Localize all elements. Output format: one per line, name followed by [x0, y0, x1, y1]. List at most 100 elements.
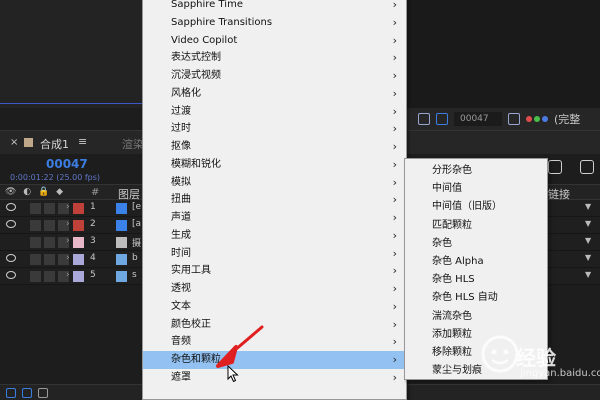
menu-item[interactable]: 颜色校正 ›: [143, 316, 406, 334]
layer-number: 2: [90, 219, 96, 229]
tab-render-queue[interactable]: 渲染: [122, 136, 144, 152]
channel-icon[interactable]: [526, 116, 548, 122]
submenu-item[interactable]: 中间值（旧版）: [405, 198, 547, 216]
menu-item[interactable]: 模拟 ›: [143, 174, 406, 192]
menu-item[interactable]: 抠像 ›: [143, 138, 406, 156]
visibility-eye-icon[interactable]: [6, 220, 16, 228]
expand-arrow-icon[interactable]: ›: [66, 219, 70, 229]
expand-arrow-icon[interactable]: ›: [66, 253, 70, 263]
menu-item[interactable]: 风格化 ›: [143, 85, 406, 103]
toggle-switches-icon[interactable]: [6, 388, 16, 398]
parent-dropdown-icon[interactable]: ▼: [585, 270, 591, 279]
menu-item[interactable]: 模糊和锐化 ›: [143, 156, 406, 174]
menu-item[interactable]: 沉浸式视频 ›: [143, 67, 406, 85]
parent-dropdown-icon[interactable]: ▼: [585, 236, 591, 245]
submenu-item[interactable]: 匹配颗粒: [405, 217, 547, 235]
submenu-item[interactable]: 中间值: [405, 180, 547, 198]
menu-item[interactable]: 遮罩 ›: [143, 369, 406, 387]
submenu-item-label: 中间值（旧版）: [432, 201, 502, 213]
menu-item[interactable]: 音频 ›: [143, 333, 406, 351]
label-color-swatch[interactable]: [73, 271, 84, 282]
submenu-item[interactable]: 杂色 Alpha: [405, 253, 547, 271]
submenu-item-label: 匹配颗粒: [432, 219, 472, 231]
visibility-eye-icon[interactable]: [6, 203, 16, 211]
submenu-arrow-icon: ›: [392, 317, 397, 331]
menu-item-label: 透视: [171, 283, 191, 294]
menu-item[interactable]: 生成 ›: [143, 227, 406, 245]
submenu-item[interactable]: 湍流杂色: [405, 308, 547, 326]
layer-name[interactable]: [e: [132, 202, 141, 212]
toggle-modes-icon[interactable]: [22, 388, 32, 398]
layer-name[interactable]: [a: [132, 219, 141, 229]
expand-arrow-icon[interactable]: ›: [66, 270, 70, 280]
label-color-swatch[interactable]: [73, 220, 84, 231]
panel-menu-icon[interactable]: ≡: [78, 135, 87, 148]
expand-arrow-icon[interactable]: ›: [66, 202, 70, 212]
visibility-eye-icon[interactable]: [6, 254, 16, 262]
layer-name[interactable]: 摄: [132, 236, 141, 249]
visibility-eye-icon[interactable]: [6, 271, 16, 279]
menu-item[interactable]: Sapphire Time ›: [143, 0, 406, 14]
menu-item-label: 音频: [171, 336, 191, 348]
frame-field[interactable]: 00047: [454, 112, 502, 126]
camera-icon[interactable]: [508, 113, 520, 125]
menu-item[interactable]: 透视 ›: [143, 280, 406, 298]
menu-item-label: Sapphire Time: [171, 0, 243, 10]
submenu-arrow-icon: ›: [392, 140, 397, 153]
parent-dropdown-icon[interactable]: ▼: [585, 219, 591, 228]
layer-number: 4: [90, 253, 96, 263]
region-icon[interactable]: [418, 113, 430, 125]
menu-item-label: 模糊和锐化: [171, 158, 221, 170]
menu-item[interactable]: 扭曲 ›: [143, 191, 406, 209]
submenu-item-label: 蒙尘与划痕: [432, 365, 482, 377]
audio-toggle[interactable]: [30, 254, 41, 265]
mask-toggle-icon[interactable]: [436, 113, 448, 125]
parent-dropdown-icon[interactable]: ▼: [585, 253, 591, 262]
layer-type-icon: [116, 220, 127, 231]
switch-icons: 👁 ◐ 🔒 ◆: [5, 187, 65, 197]
expand-arrow-icon[interactable]: ›: [66, 236, 70, 246]
audio-toggle[interactable]: [30, 271, 41, 282]
submenu-arrow-icon: ›: [392, 15, 397, 29]
solo-toggle[interactable]: [44, 220, 55, 231]
motion-blur-icon[interactable]: [548, 160, 562, 174]
audio-toggle[interactable]: [30, 203, 41, 214]
layer-name[interactable]: b: [132, 253, 138, 263]
solo-toggle[interactable]: [44, 254, 55, 265]
tab-composition[interactable]: 合成1: [40, 136, 69, 152]
menu-item[interactable]: 表达式控制 ›: [143, 49, 406, 67]
submenu-arrow-icon: ›: [392, 299, 397, 313]
graph-editor-icon[interactable]: [580, 160, 594, 174]
audio-toggle[interactable]: [30, 220, 41, 231]
menu-item[interactable]: Video Copilot ›: [143, 32, 406, 50]
solo-toggle[interactable]: [44, 203, 55, 214]
menu-item[interactable]: 声道 ›: [143, 209, 406, 227]
menu-item[interactable]: 过渡 ›: [143, 103, 406, 121]
label-color-swatch[interactable]: [73, 254, 84, 265]
toggle-render-time-icon[interactable]: [38, 388, 48, 398]
menu-item[interactable]: 过时 ›: [143, 120, 406, 138]
audio-toggle[interactable]: [30, 237, 41, 248]
current-time-display[interactable]: 00047: [46, 157, 88, 171]
menu-item[interactable]: Sapphire Transitions ›: [143, 14, 406, 32]
menu-item[interactable]: 时间 ›: [143, 245, 406, 263]
label-color-swatch[interactable]: [73, 237, 84, 248]
submenu-arrow-icon: ›: [392, 69, 397, 82]
layer-name[interactable]: s: [132, 270, 137, 280]
menu-item[interactable]: 实用工具 ›: [143, 262, 406, 280]
submenu-item[interactable]: 杂色 HLS: [405, 271, 547, 289]
parent-dropdown-icon[interactable]: ▼: [585, 202, 591, 211]
solo-toggle[interactable]: [44, 271, 55, 282]
label-color-swatch[interactable]: [73, 203, 84, 214]
layer-number: 3: [90, 236, 96, 246]
close-icon[interactable]: ×: [10, 137, 18, 148]
menu-item[interactable]: 文本 ›: [143, 298, 406, 316]
solo-toggle[interactable]: [44, 237, 55, 248]
submenu-arrow-icon: ›: [392, 0, 397, 11]
resolution-label[interactable]: (完整: [554, 111, 580, 127]
submenu-item[interactable]: 杂色 HLS 自动: [405, 289, 547, 307]
menu-item[interactable]: 杂色和颗粒 ›: [143, 351, 406, 369]
menu-item-label: 颜色校正: [171, 318, 211, 330]
submenu-item[interactable]: 分形杂色: [405, 162, 547, 180]
submenu-item[interactable]: 杂色: [405, 235, 547, 253]
